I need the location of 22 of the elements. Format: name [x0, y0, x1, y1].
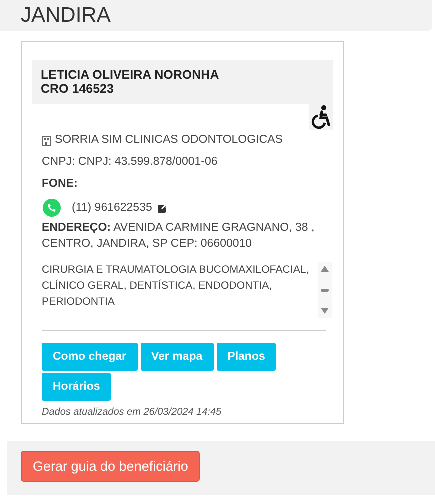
generate-guide-button[interactable]: Gerar guia do beneficiário	[21, 451, 200, 482]
whatsapp-icon[interactable]	[42, 198, 62, 218]
cro-number: CRO 146523	[41, 82, 114, 96]
scroll-up-icon[interactable]	[321, 266, 329, 272]
cnpj-text: CNPJ: CNPJ: 43.599.878/0001-06	[42, 156, 218, 168]
action-button[interactable]: Horários	[42, 373, 112, 401]
scrollbar[interactable]	[318, 262, 332, 318]
action-button[interactable]: Planos	[216, 343, 276, 371]
action-button[interactable]: Como chegar	[42, 343, 138, 371]
clinic-name: SORRIA SIM CLINICAS ODONTOLOGICAS	[55, 133, 283, 148]
scroll-down-icon[interactable]	[321, 308, 329, 314]
action-button[interactable]: Ver mapa	[140, 343, 214, 371]
scroll-thumb-icon[interactable]	[321, 288, 329, 292]
external-link-icon[interactable]	[158, 204, 168, 212]
city-title: JANDIRA	[21, 4, 111, 28]
update-date: Dados atualizados em 26/03/2024 14:45	[42, 407, 223, 418]
phone-number: (11) 961622535	[72, 202, 152, 214]
provider-name: LETICIA OLIVEIRA NORONHA	[41, 68, 220, 82]
address-text: ENDEREÇO: AVENIDA CARMINE GRAGNANO, 38 , CENTRO, JANDIRA, SP CEP: 06600010	[42, 222, 315, 250]
building-icon	[42, 134, 51, 146]
specialties-text: CIRURGIA E TRAUMATOLOGIA BUCOMAXILOFACIAL, CLÍNICO GERAL, DENTÍSTICA, ENDODONTIA, PERIODONTIA	[42, 263, 310, 310]
phone-label: FONE:	[42, 178, 78, 190]
